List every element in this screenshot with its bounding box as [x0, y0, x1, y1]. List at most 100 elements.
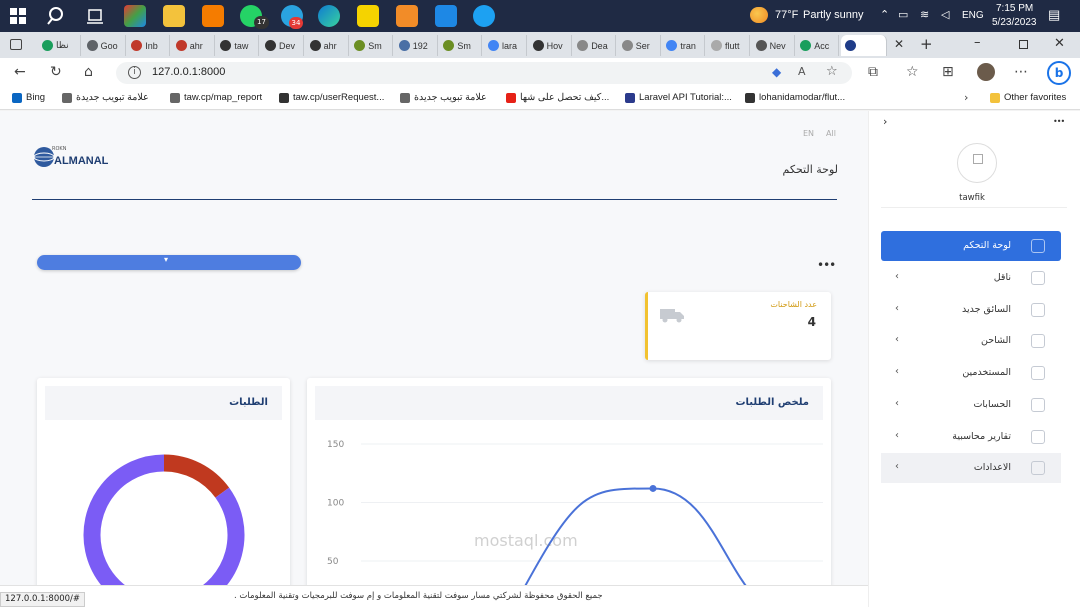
avatar[interactable]	[957, 143, 997, 183]
browser-tab[interactable]: ahr	[306, 35, 349, 56]
search-icon[interactable]	[46, 5, 68, 27]
tab-label: taw	[234, 40, 249, 51]
clock-date[interactable]: 5/23/2023	[992, 17, 1037, 28]
other-favorites-label: Other favorites	[1004, 92, 1067, 103]
more-options-icon[interactable]: •••	[817, 258, 836, 272]
close-tab-icon[interactable]: ✕	[894, 37, 904, 51]
browser-tab[interactable]: Inb	[127, 35, 171, 56]
browser-tab[interactable]: flutt	[707, 35, 750, 56]
browser-tab[interactable]: Acc	[796, 35, 840, 56]
browser-tab[interactable]: Goo	[83, 35, 126, 56]
filter-dropdown[interactable]: ▾	[37, 255, 301, 270]
y-tick-label: 100	[327, 499, 344, 509]
sidebar-menu-item[interactable]: تقارير محاسبية ›	[881, 422, 1061, 452]
favorite-link[interactable]: كيف تحصل على شها...	[506, 92, 609, 103]
twitter-icon[interactable]	[473, 5, 495, 27]
telegram-badge: 34	[289, 17, 303, 29]
task-view-icon[interactable]	[84, 5, 106, 27]
favorite-link[interactable]: taw.cp/userRequest...	[279, 92, 384, 103]
office-app-icon[interactable]	[396, 5, 418, 27]
browser-tab[interactable]: Hov	[529, 35, 572, 56]
browser-tab[interactable]: tran	[662, 35, 706, 56]
close-window-icon[interactable]: ✕	[1054, 36, 1065, 51]
file-explorer-icon[interactable]	[163, 5, 185, 27]
sidebar-menu-label: السائق جديد	[962, 303, 1011, 315]
favorite-link[interactable]: lohanidamodar/flut...	[745, 92, 845, 103]
windows-taskbar: 17 34 77°F Partly sunny ⌃ ▭ ≋ ◁ ENG 7:15…	[0, 0, 1080, 32]
favorite-link[interactable]: علامة تبويب جديدة	[62, 92, 149, 103]
browser-tab[interactable]: ahr	[172, 35, 215, 56]
minimize-icon[interactable]: –	[974, 35, 981, 50]
username: tawfik	[959, 193, 985, 203]
back-icon[interactable]: ←	[14, 64, 26, 80]
sidebar-menu-item[interactable]: الشاحن ›	[881, 326, 1061, 356]
favorite-star-icon[interactable]: ☆	[826, 64, 838, 79]
sidebar-menu-item[interactable]: الاعدادات ›	[881, 453, 1061, 484]
browser-tab[interactable]: Sm	[439, 35, 483, 56]
browser-tab[interactable]: Nev	[752, 35, 795, 56]
tab-favicon-icon	[532, 40, 544, 51]
browser-tab[interactable]: lara	[484, 35, 527, 56]
tab-favicon-icon	[755, 40, 767, 51]
sidebar-menu-item[interactable]: الحسابات ›	[881, 390, 1061, 420]
favorite-link[interactable]: Bing	[12, 92, 45, 103]
browser-tab[interactable]: taw	[216, 35, 260, 56]
vscode-icon[interactable]	[435, 5, 457, 27]
sidebar-menu-item[interactable]: المستخدمين ›	[881, 358, 1061, 388]
collapse-chevron-icon[interactable]: ›	[883, 115, 887, 128]
home-icon[interactable]: ⌂	[84, 64, 93, 80]
new-tab-icon[interactable]: +	[920, 35, 933, 53]
sidebar-more-icon[interactable]: •••	[1053, 117, 1065, 126]
profile-avatar[interactable]	[977, 63, 995, 81]
browser-tab[interactable]: نظا	[38, 35, 81, 56]
language-indicator[interactable]: ENG	[962, 10, 984, 21]
lang-en-link[interactable]: EN	[803, 129, 814, 138]
favorites-chevron-icon[interactable]: ›	[964, 91, 968, 104]
favorite-link[interactable]: Laravel API Tutorial:...	[625, 92, 732, 103]
sticky-notes-icon[interactable]	[357, 5, 379, 27]
extensions-icon[interactable]: ⧉	[868, 64, 878, 80]
notification-icon[interactable]: ▤	[1048, 7, 1060, 23]
volume-icon[interactable]: ◁	[941, 8, 949, 21]
tab-actions-icon[interactable]	[10, 39, 22, 50]
more-icon[interactable]: ⋯	[1014, 64, 1028, 80]
browser-tab[interactable]: Dea	[573, 35, 617, 56]
favorite-label: taw.cp/userRequest...	[293, 92, 385, 103]
browser-tab[interactable]: Sm	[350, 35, 394, 56]
refresh-icon[interactable]: ↻	[50, 64, 62, 80]
bing-chat-icon[interactable]: b	[1047, 61, 1071, 85]
windows-start-icon[interactable]	[10, 8, 26, 24]
favorite-link[interactable]: taw.cp/map_report	[170, 92, 262, 103]
other-favorites[interactable]: Other favorites	[990, 92, 1066, 103]
chevron-up-icon[interactable]: ⌃	[880, 8, 889, 21]
sidebar-menu-label: الشاحن	[980, 335, 1011, 347]
browser-tab[interactable]: 192	[395, 35, 438, 56]
battery-icon[interactable]: ▭	[898, 8, 908, 21]
favorite-link[interactable]: علامة تبويب جديدة	[400, 92, 487, 103]
tag-icon[interactable]: ◆	[772, 65, 781, 79]
url-text[interactable]: 127.0.0.1:8000	[152, 66, 225, 78]
browser-tab[interactable]	[840, 35, 887, 56]
wifi-icon[interactable]: ≋	[920, 8, 929, 21]
edge-icon[interactable]	[318, 5, 340, 27]
app-icon-colorful[interactable]	[124, 5, 146, 27]
xampp-icon[interactable]	[202, 5, 224, 27]
favorites-icon[interactable]: ☆	[906, 64, 919, 80]
restore-icon[interactable]	[1019, 40, 1028, 49]
data-point[interactable]	[649, 484, 657, 492]
info-icon[interactable]: i	[128, 66, 141, 79]
sidebar-menu-item[interactable]: السائق جديد ›	[881, 295, 1061, 325]
sidebar-menu-item[interactable]: ناقل ›	[881, 263, 1061, 293]
address-bar[interactable]: i 127.0.0.1:8000 ◆ A ☆	[116, 62, 852, 84]
tab-favicon-icon	[800, 40, 812, 51]
browser-tab[interactable]: Dev	[261, 35, 304, 56]
weather-icon[interactable]	[750, 7, 768, 23]
collections-icon[interactable]: ⊞	[942, 64, 954, 80]
tab-favicon-icon	[666, 40, 678, 51]
donut-slice[interactable]	[163, 454, 230, 498]
lang-all-link[interactable]: All	[826, 129, 836, 138]
sidebar-menu-item[interactable]: لوحة التحكم	[881, 231, 1061, 261]
read-aloud-icon[interactable]: A	[798, 65, 806, 78]
browser-tab[interactable]: Ser	[618, 35, 661, 56]
clock-time[interactable]: 7:15 PM	[996, 3, 1033, 14]
